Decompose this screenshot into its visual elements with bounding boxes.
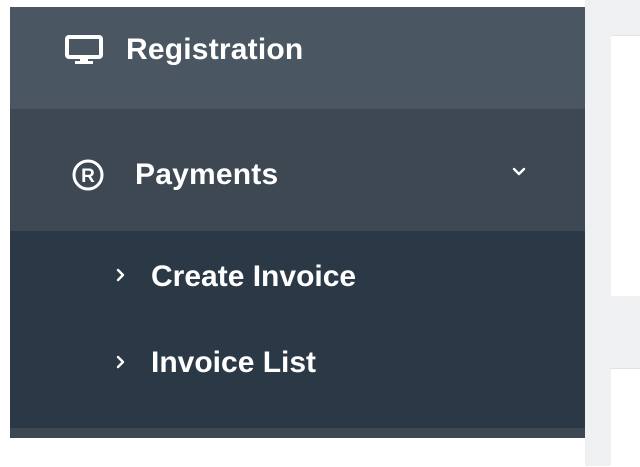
payments-submenu: Create Invoice Invoice List [10, 231, 585, 428]
sidebar-item-label: Payments [135, 158, 279, 191]
content-card [611, 154, 640, 296]
chevron-right-icon [116, 355, 125, 369]
submenu-item-label: Invoice List [151, 346, 317, 379]
sidebar-item-payments[interactable]: R Payments [10, 109, 585, 231]
sidebar: Registration R Payments Create Invoice I… [10, 7, 585, 438]
svg-text:R: R [81, 166, 95, 187]
submenu-item-create-invoice[interactable]: Create Invoice [10, 231, 585, 315]
content-card [611, 35, 640, 155]
registered-icon: R [72, 159, 104, 191]
content-card [611, 368, 640, 467]
chevron-down-icon[interactable] [512, 167, 526, 177]
sidebar-item-label: Registration [126, 33, 304, 66]
submenu-item-label: Create Invoice [151, 260, 357, 293]
chevron-right-icon [116, 268, 125, 282]
monitor-icon [65, 35, 103, 64]
page-background [0, 438, 585, 466]
sidebar-item-registration[interactable]: Registration [10, 7, 585, 109]
submenu-item-invoice-list[interactable]: Invoice List [10, 317, 585, 401]
